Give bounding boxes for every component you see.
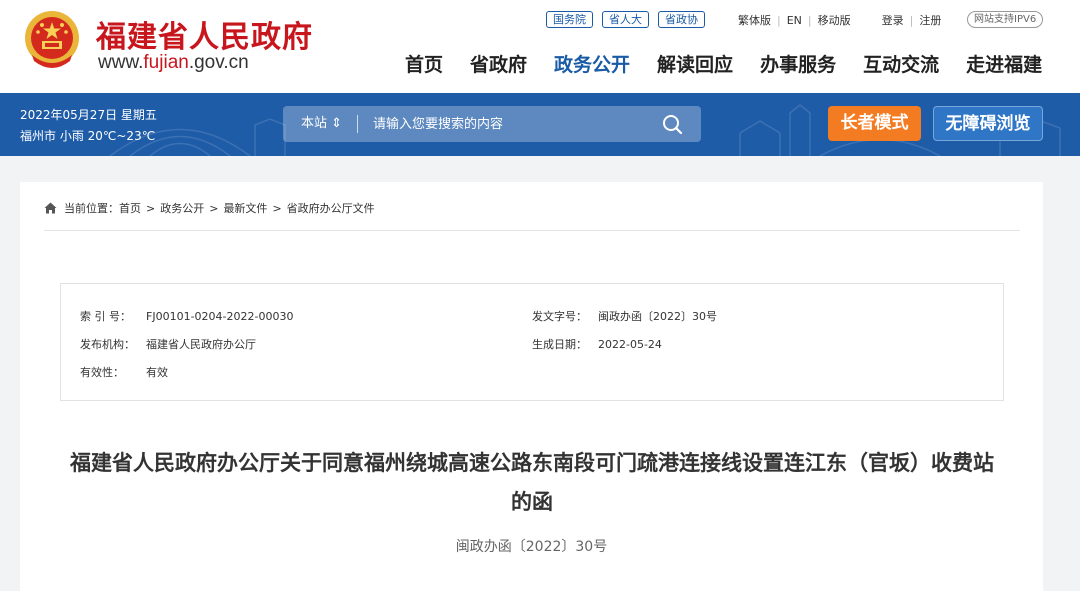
document-number: 闽政办函〔2022〕30号 xyxy=(455,539,608,555)
register-link[interactable]: 注册 xyxy=(919,14,941,27)
national-emblem-icon[interactable] xyxy=(22,9,82,72)
search-input[interactable] xyxy=(373,106,643,142)
site-url-highlight: fujian xyxy=(143,52,189,73)
article-panel: 当前位置： 首页 > 政务公开 > 最新文件 > 省政府办公厅文件 索 引 号：… xyxy=(20,182,1043,591)
home-icon xyxy=(44,202,57,214)
traditional-chinese-link[interactable]: 繁体版 xyxy=(738,14,771,27)
divider xyxy=(44,230,1020,231)
meta-validity-label: 有效性： xyxy=(80,366,124,379)
link-provincial-congress[interactable]: 省人大 xyxy=(602,11,649,28)
meta-publisher-label: 发布机构： xyxy=(80,338,135,351)
document-metadata: 索 引 号： FJ00101-0204-2022-00030 发文字号： 闽政办函〔… xyxy=(60,283,1004,401)
meta-date-value: 2022-05-24 xyxy=(598,338,662,351)
current-date: 2022年05月27日 星期五 xyxy=(20,108,157,122)
divider: | xyxy=(777,14,781,27)
breadcrumb-government-affairs[interactable]: 政务公开 xyxy=(160,200,204,216)
elder-mode-button[interactable]: 长者模式 xyxy=(828,106,921,141)
nav-interpretation[interactable]: 解读回应 xyxy=(657,50,733,77)
site-url: www.fujian.gov.cn xyxy=(98,52,249,74)
search-icon[interactable] xyxy=(661,113,685,135)
meta-index: 索 引 号： FJ00101-0204-2022-00030 xyxy=(80,308,293,324)
link-provincial-cppcc[interactable]: 省政协 xyxy=(658,11,705,28)
meta-index-label: 索 引 号： xyxy=(80,310,131,323)
breadcrumb-separator: > xyxy=(272,201,282,215)
meta-validity-value: 有效 xyxy=(146,366,168,379)
site-title[interactable]: 福建省人民政府 xyxy=(96,12,313,56)
document-title: 福建省人民政府办公厅关于同意福州绕城高速公路东南段可门疏港连接线设置连江东（官坂… xyxy=(70,451,994,514)
nav-government-affairs[interactable]: 政务公开 xyxy=(554,50,630,77)
divider: | xyxy=(807,14,812,27)
link-state-council[interactable]: 国务院 xyxy=(546,11,593,28)
breadcrumb-prefix: 当前位置： xyxy=(64,202,119,215)
english-link[interactable]: EN xyxy=(787,14,802,27)
accessible-browsing-button[interactable]: 无障碍浏览 xyxy=(933,106,1043,141)
breadcrumb: 当前位置： 首页 > 政务公开 > 最新文件 > 省政府办公厅文件 xyxy=(44,200,375,216)
search-box: 本站 ⇕ xyxy=(283,106,701,142)
site-header: 福建省人民政府 www.fujian.gov.cn 国务院 省人大 省政协 繁体… xyxy=(0,0,1080,93)
breadcrumb-separator: > xyxy=(209,201,219,215)
breadcrumb-home[interactable]: 首页 xyxy=(119,200,141,216)
search-bar-banner: 2022年05月27日 星期五 福州市 小雨 20℃~23℃ 本站 ⇕ 长者模式… xyxy=(0,93,1080,156)
nav-services[interactable]: 办事服务 xyxy=(760,50,836,77)
meta-doc-number-value: 闽政办函〔2022〕30号 xyxy=(598,310,717,323)
ipv6-badge: 网站支持IPV6 xyxy=(967,11,1044,28)
utility-links: 繁体版 | EN | 移动版 登录 | 注册 xyxy=(738,12,941,28)
mobile-link[interactable]: 移动版 xyxy=(818,14,851,27)
breadcrumb-separator: > xyxy=(146,201,156,215)
main-nav: 首页 省政府 政务公开 解读回应 办事服务 互动交流 走进福建 xyxy=(405,50,1042,77)
search-scope-select[interactable]: 本站 ⇕ xyxy=(301,106,342,142)
nav-provincial-government[interactable]: 省政府 xyxy=(470,50,527,77)
breadcrumb-office-files[interactable]: 省政府办公厅文件 xyxy=(287,200,375,216)
meta-publisher: 发布机构： 福建省人民政府办公厅 xyxy=(80,336,256,352)
meta-date: 生成日期： 2022-05-24 xyxy=(532,336,662,352)
meta-doc-number: 发文字号： 闽政办函〔2022〕30号 xyxy=(532,308,717,324)
meta-validity: 有效性： 有效 xyxy=(80,364,168,380)
weather-info: 福州市 小雨 20℃~23℃ xyxy=(20,129,156,143)
nav-home[interactable]: 首页 xyxy=(405,50,443,77)
meta-publisher-value: 福建省人民政府办公厅 xyxy=(146,338,256,351)
divider: | xyxy=(909,14,914,27)
breadcrumb-latest-files[interactable]: 最新文件 xyxy=(223,200,267,216)
site-url-suffix: .gov.cn xyxy=(188,52,249,73)
nav-about-fujian[interactable]: 走进福建 xyxy=(966,50,1042,77)
meta-doc-number-label: 发文字号： xyxy=(532,310,587,323)
date-weather: 2022年05月27日 星期五 福州市 小雨 20℃~23℃ xyxy=(20,105,157,147)
divider xyxy=(357,115,358,133)
site-url-prefix: www. xyxy=(98,52,144,73)
login-link[interactable]: 登录 xyxy=(882,14,904,27)
external-links: 国务院 省人大 省政协 xyxy=(546,11,705,28)
meta-date-label: 生成日期： xyxy=(532,338,587,351)
nav-interaction[interactable]: 互动交流 xyxy=(863,50,939,77)
meta-index-value: FJ00101-0204-2022-00030 xyxy=(146,310,294,323)
